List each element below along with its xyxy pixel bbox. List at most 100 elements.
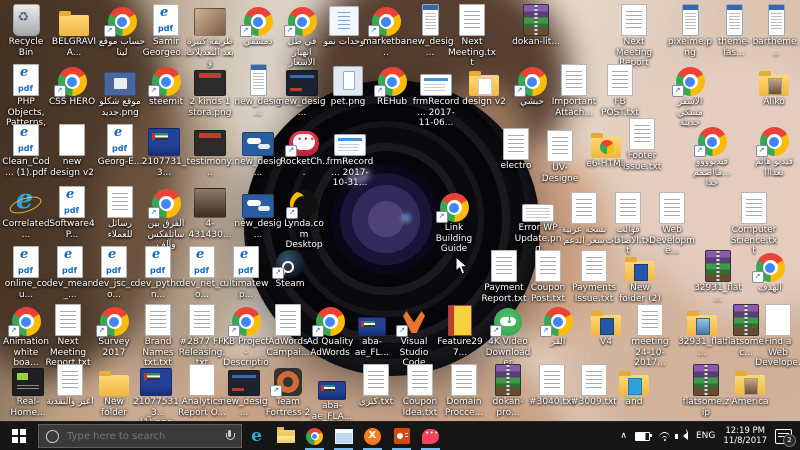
desktop-icon-pdf[interactable]: dev_net_co...	[180, 246, 224, 300]
desktop-icon-chrome[interactable]: ↗REHub	[370, 64, 414, 108]
tray-expand-chevron-icon[interactable]: ∧	[620, 431, 627, 441]
desktop-icon-chrome[interactable]: ↗Survey 2017	[92, 304, 136, 358]
desktop-icon-doc[interactable]: Payment Report.txt	[482, 250, 526, 304]
taskbar-app-app-window[interactable]	[329, 422, 358, 450]
desktop-icon-chrome[interactable]: ↗فيديو هائم بعدااا	[752, 124, 796, 178]
desktop-icon-img-tall[interactable]: new_desig...	[408, 4, 452, 58]
desktop-icon-rar[interactable]: flatsome.zip	[684, 364, 728, 418]
desktop-icon-chrome[interactable]: ↗القر	[536, 304, 580, 348]
desktop-icon-doc-blank[interactable]: Find a Web Develope...	[756, 304, 800, 369]
desktop-icon-folder-book[interactable]: V4	[584, 304, 628, 348]
desktop-icon-doc[interactable]: FB POST.txt	[598, 64, 642, 118]
desktop-icon-doc[interactable]: UV-Designe	[538, 130, 582, 184]
desktop-icon-chrome[interactable]: ↗Ad Quality AdWords	[308, 304, 352, 358]
desktop-icon-lynda[interactable]: ↗Lynda.com Desktop App	[282, 186, 326, 251]
desktop-icon-doc[interactable]: نسخة عربية سعر الدعم	[562, 192, 606, 246]
desktop-icon-img-card[interactable]: frmRecord... 2017-11-06...	[414, 64, 458, 129]
desktop-icon-doc[interactable]: Domain Procce...	[442, 364, 486, 418]
desktop-icon-img-robot[interactable]: pet.png	[326, 64, 370, 108]
desktop-icon-recycle[interactable]: Recycle Bin	[4, 4, 48, 58]
desktop-icon-img-fb[interactable]: موقع شكلو جديد.png	[98, 64, 142, 118]
action-center-icon[interactable]: 2	[775, 429, 792, 444]
desktop-icon-pdf[interactable]: Samir Georgeo...	[144, 4, 188, 58]
microphone-icon[interactable]	[225, 430, 234, 442]
desktop-icon-folder-doc[interactable]: design v2	[462, 64, 506, 108]
desktop-icon-img-dark[interactable]: new_desig...	[280, 64, 324, 118]
taskbar-app-rocketchat[interactable]	[416, 422, 445, 450]
desktop-icon-pdf[interactable]: ultimatewp...	[224, 246, 268, 300]
desktop-icon-tf2[interactable]: ↗Team Fortress 2	[266, 364, 310, 418]
desktop-icon-rar[interactable]: dokan-pro...	[486, 364, 530, 418]
desktop-icon-chrome[interactable]: ↗marketba...	[364, 4, 408, 58]
taskbar-app-presentation-app[interactable]	[387, 422, 416, 450]
desktop-icon-doc[interactable]: Footer Issue.txt	[620, 118, 664, 172]
desktop-icon-chrome[interactable]: ↗الأشقر مسكي حديثة	[668, 64, 712, 129]
desktop-icon-doc[interactable]: Coupon Post.txt	[526, 250, 570, 304]
desktop-icon-chrome[interactable]: ↗حبشي	[510, 64, 554, 108]
desktop-icon-pdf[interactable]: dev_mean_...	[48, 246, 92, 300]
desktop-icon-folder-img[interactable]: 32931_flat...	[680, 304, 724, 358]
taskbar-app-edge[interactable]	[242, 422, 271, 450]
desktop-icon-img-uae[interactable]: 21077531_3... (1).png	[134, 364, 178, 429]
desktop-icon-pdf[interactable]: PHP Objects, Patterns, a...	[4, 64, 48, 129]
desktop-icon-pdf[interactable]: dev_jsc_co...	[92, 246, 136, 300]
desktop-icon-img-tall[interactable]: new_desig...	[236, 64, 280, 118]
desktop-icon-chrome[interactable]: ↗في ظل انهيار الاسعار	[280, 4, 324, 69]
wifi-icon[interactable]	[658, 431, 671, 441]
desktop-icon-doc[interactable]: اعبر والنقدية	[48, 364, 92, 408]
search-input[interactable]	[65, 430, 219, 443]
desktop-icon-doc[interactable]: electro	[494, 128, 538, 172]
speaker-icon[interactable]	[679, 432, 688, 440]
start-button[interactable]	[0, 422, 38, 450]
desktop-icon-doc[interactable]: Next Meeting.txt	[450, 4, 494, 69]
desktop-icon-rar[interactable]: dokan-lit...	[514, 4, 558, 48]
desktop-icon-pdf[interactable]: Software4P...	[50, 186, 94, 240]
desktop-icon-folder-app[interactable]: and	[612, 364, 656, 408]
search-box[interactable]	[38, 424, 242, 448]
desktop-icon-folder[interactable]: BELGRAVIA...	[52, 4, 96, 58]
desktop-icon-doc[interactable]: كبرى.txt	[354, 364, 398, 408]
desktop-icon-doc[interactable]: Computer Science.txt	[732, 192, 776, 257]
taskbar-app-file-explorer[interactable]	[271, 422, 300, 450]
desktop-icon-doc-blank[interactable]: new design v2	[50, 124, 94, 178]
desktop-icon-doc[interactable]: AdWords Campai...	[266, 304, 310, 358]
desktop-icon-img-tall[interactable]: theme-las...	[712, 4, 756, 58]
tray-clock[interactable]: 12:19 PM 11/8/2017	[723, 426, 767, 446]
desktop-icon-pdf[interactable]: Georg-E...	[98, 124, 142, 168]
desktop-icon-vs[interactable]: ↗Visual Studio Code	[392, 304, 436, 369]
desktop-icon-chrome[interactable]: ↗الهدف	[748, 250, 792, 294]
desktop-icon-img-person[interactable]: طريقة كبيرة بعد التعديلات و	[188, 4, 232, 69]
desktop-icon-pdf[interactable]: online_cou...	[4, 246, 48, 300]
desktop-icon-doc[interactable]: Web Developme...	[650, 192, 694, 257]
desktop-icon-doc-blank[interactable]: Analytics Report O...	[180, 364, 224, 418]
desktop-icon-doc[interactable]: Next Meeting Report.txt	[46, 304, 90, 369]
desktop-icon-doc[interactable]: Coupon Idea.txt	[398, 364, 442, 418]
desktop-icon-rar[interactable]: 32931_flat...	[696, 250, 740, 304]
desktop-icon-img-card[interactable]: frmRecord... 2017-10-31...	[328, 124, 372, 189]
taskbar-app-chrome[interactable]	[300, 422, 329, 450]
desktop-icon-doc[interactable]: Payments Issue.txt	[572, 250, 616, 304]
desktop-icon-rocketchat[interactable]: ↗RocketCh...	[282, 124, 326, 178]
desktop-icon-img-wide[interactable]: Error WP Update.png	[516, 190, 560, 255]
desktop-icon-folder-person[interactable]: Aliko	[752, 64, 796, 108]
desktop-icon-img-uae-s[interactable]: aba-ae_FLA...	[310, 368, 354, 422]
desktop-icon-pdf[interactable]: dev_python...	[136, 246, 180, 300]
desktop-icon-img-clouds[interactable]: new_desig...	[236, 124, 280, 178]
desktop-icon-folder-person[interactable]: America	[728, 364, 772, 408]
desktop-icon-img-uae[interactable]: 2107731_3...	[142, 124, 186, 178]
desktop-icon-doc[interactable]: Brand Names txt.txt	[136, 304, 180, 369]
desktop-icon-book[interactable]: Feature297...	[438, 304, 482, 358]
desktop-icon-folder-book[interactable]: New folder (2)	[618, 250, 662, 304]
desktop-icon-chrome[interactable]: ↗CSS HERO	[50, 64, 94, 108]
desktop-icon-chrome[interactable]: ↗steemit	[144, 64, 188, 108]
desktop-icon-doc[interactable]: #3040.txt	[530, 364, 574, 408]
desktop-icon-steam[interactable]: ↗Steam	[268, 246, 312, 290]
desktop-icon-doc[interactable]: meeting 24-10-2017...	[628, 304, 672, 369]
desktop-icon-ie[interactable]: Correlated...	[4, 186, 48, 240]
desktop-icon-doc[interactable]: #2877 FR Releasing.txt	[180, 304, 224, 369]
language-indicator[interactable]: ENG	[696, 431, 715, 441]
desktop-icon-chrome[interactable]: ↗حساب موقع لينا	[100, 4, 144, 58]
taskbar-app-xampp[interactable]	[358, 422, 387, 450]
desktop-icon-img-uae-s[interactable]: aba-ae_FL...	[350, 304, 394, 358]
desktop-icon-img-robot2[interactable]: وحدات نمو	[322, 4, 366, 48]
